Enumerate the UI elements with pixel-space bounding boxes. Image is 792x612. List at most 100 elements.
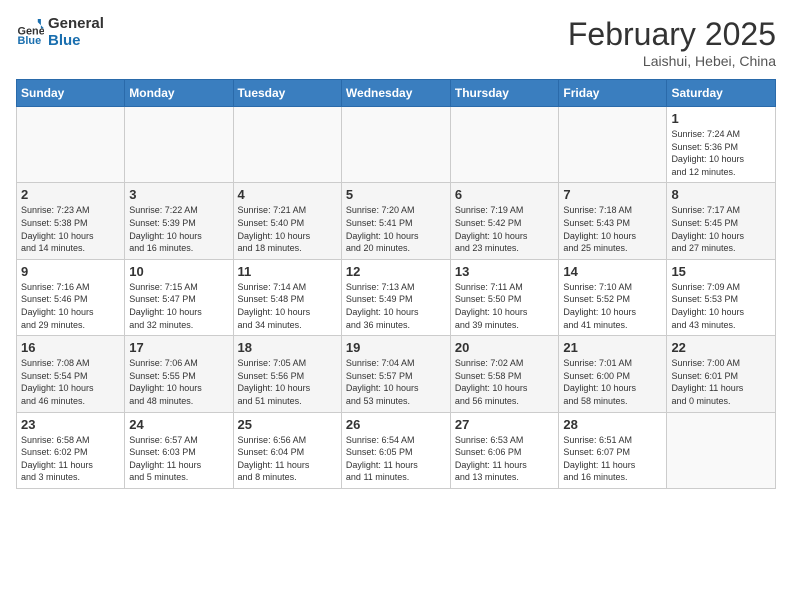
day-info: Sunrise: 7:06 AM Sunset: 5:55 PM Dayligh… [129,357,228,407]
day-info: Sunrise: 7:23 AM Sunset: 5:38 PM Dayligh… [21,204,120,254]
day-number: 3 [129,187,228,202]
day-info: Sunrise: 7:24 AM Sunset: 5:36 PM Dayligh… [671,128,771,178]
calendar-cell: 23 Sunrise: 6:58 AM Sunset: 6:02 PM Dayli… [17,412,125,488]
calendar-cell: 27 Sunrise: 6:53 AM Sunset: 6:06 PM Dayli… [450,412,559,488]
day-number: 10 [129,264,228,279]
weekday-header-friday: Friday [559,80,667,107]
day-number: 12 [346,264,446,279]
calendar-cell: 15 Sunrise: 7:09 AM Sunset: 5:53 PM Dayli… [667,259,776,335]
calendar-cell: 26 Sunrise: 6:54 AM Sunset: 6:05 PM Dayli… [341,412,450,488]
day-info: Sunrise: 6:53 AM Sunset: 6:06 PM Dayligh… [455,434,555,484]
calendar-week-row: 9Sunrise: 7:16 AM Sunset: 5:46 PM Daylig… [17,259,776,335]
logo-icon: General Blue [16,19,44,47]
calendar-cell: 24 Sunrise: 6:57 AM Sunset: 6:03 PM Dayli… [125,412,233,488]
weekday-header-saturday: Saturday [667,80,776,107]
day-info: Sunrise: 7:00 AM Sunset: 6:01 PM Dayligh… [671,357,771,407]
svg-text:Blue: Blue [18,34,42,46]
calendar-cell: 6 Sunrise: 7:19 AM Sunset: 5:42 PM Daylig… [450,183,559,259]
day-info: Sunrise: 7:08 AM Sunset: 5:54 PM Dayligh… [21,357,120,407]
day-number: 28 [563,417,662,432]
day-info: Sunrise: 7:18 AM Sunset: 5:43 PM Dayligh… [563,204,662,254]
day-info: Sunrise: 7:14 AM Sunset: 5:48 PM Dayligh… [238,281,337,331]
month-year: February 2025 [568,16,776,53]
day-number: 18 [238,340,337,355]
calendar-cell: 19 Sunrise: 7:04 AM Sunset: 5:57 PM Dayli… [341,336,450,412]
calendar-cell [341,107,450,183]
day-info: Sunrise: 7:02 AM Sunset: 5:58 PM Dayligh… [455,357,555,407]
day-number: 24 [129,417,228,432]
location: Laishui, Hebei, China [568,53,776,69]
calendar-cell: 18 Sunrise: 7:05 AM Sunset: 5:56 PM Dayli… [233,336,341,412]
calendar-cell: 4 Sunrise: 7:21 AM Sunset: 5:40 PM Daylig… [233,183,341,259]
weekday-header-wednesday: Wednesday [341,80,450,107]
day-number: 14 [563,264,662,279]
calendar-cell: 10Sunrise: 7:15 AM Sunset: 5:47 PM Dayli… [125,259,233,335]
day-number: 2 [21,187,120,202]
calendar-cell: 11 Sunrise: 7:14 AM Sunset: 5:48 PM Dayli… [233,259,341,335]
day-info: Sunrise: 7:17 AM Sunset: 5:45 PM Dayligh… [671,204,771,254]
day-number: 26 [346,417,446,432]
calendar-cell [667,412,776,488]
day-number: 11 [238,264,337,279]
day-info: Sunrise: 7:05 AM Sunset: 5:56 PM Dayligh… [238,357,337,407]
calendar-cell [559,107,667,183]
calendar-cell: 1 Sunrise: 7:24 AM Sunset: 5:36 PM Daylig… [667,107,776,183]
calendar-cell: 20 Sunrise: 7:02 AM Sunset: 5:58 PM Dayli… [450,336,559,412]
day-number: 9 [21,264,120,279]
calendar-cell: 25 Sunrise: 6:56 AM Sunset: 6:04 PM Dayli… [233,412,341,488]
calendar-cell: 14 Sunrise: 7:10 AM Sunset: 5:52 PM Dayli… [559,259,667,335]
logo: General Blue General Blue [16,16,104,49]
calendar-cell [125,107,233,183]
day-info: Sunrise: 7:09 AM Sunset: 5:53 PM Dayligh… [671,281,771,331]
logo-general: General [48,16,104,33]
calendar-week-row: 23 Sunrise: 6:58 AM Sunset: 6:02 PM Dayli… [17,412,776,488]
day-number: 20 [455,340,555,355]
day-info: Sunrise: 7:19 AM Sunset: 5:42 PM Dayligh… [455,204,555,254]
calendar-cell [450,107,559,183]
day-info: Sunrise: 7:04 AM Sunset: 5:57 PM Dayligh… [346,357,446,407]
calendar-cell: 2 Sunrise: 7:23 AM Sunset: 5:38 PM Daylig… [17,183,125,259]
day-number: 25 [238,417,337,432]
calendar-cell: 13Sunrise: 7:11 AM Sunset: 5:50 PM Dayli… [450,259,559,335]
day-info: Sunrise: 6:56 AM Sunset: 6:04 PM Dayligh… [238,434,337,484]
day-number: 4 [238,187,337,202]
calendar-cell: 16 Sunrise: 7:08 AM Sunset: 5:54 PM Dayli… [17,336,125,412]
day-info: Sunrise: 7:01 AM Sunset: 6:00 PM Dayligh… [563,357,662,407]
day-info: Sunrise: 6:54 AM Sunset: 6:05 PM Dayligh… [346,434,446,484]
day-number: 23 [21,417,120,432]
calendar-cell: 3Sunrise: 7:22 AM Sunset: 5:39 PM Daylig… [125,183,233,259]
calendar-week-row: 16 Sunrise: 7:08 AM Sunset: 5:54 PM Dayli… [17,336,776,412]
title-block: February 2025 Laishui, Hebei, China [568,16,776,69]
day-number: 15 [671,264,771,279]
day-number: 27 [455,417,555,432]
day-info: Sunrise: 6:58 AM Sunset: 6:02 PM Dayligh… [21,434,120,484]
day-number: 6 [455,187,555,202]
calendar-week-row: 2 Sunrise: 7:23 AM Sunset: 5:38 PM Daylig… [17,183,776,259]
day-info: Sunrise: 7:20 AM Sunset: 5:41 PM Dayligh… [346,204,446,254]
calendar-cell: 8 Sunrise: 7:17 AM Sunset: 5:45 PM Daylig… [667,183,776,259]
calendar-header-row: SundayMondayTuesdayWednesdayThursdayFrid… [17,80,776,107]
logo-blue: Blue [48,33,104,50]
day-number: 1 [671,111,771,126]
day-number: 19 [346,340,446,355]
weekday-header-tuesday: Tuesday [233,80,341,107]
day-info: Sunrise: 6:51 AM Sunset: 6:07 PM Dayligh… [563,434,662,484]
calendar-cell: 28 Sunrise: 6:51 AM Sunset: 6:07 PM Dayli… [559,412,667,488]
day-number: 5 [346,187,446,202]
calendar-cell: 5 Sunrise: 7:20 AM Sunset: 5:41 PM Daylig… [341,183,450,259]
calendar-cell: 12Sunrise: 7:13 AM Sunset: 5:49 PM Dayli… [341,259,450,335]
calendar-cell: 7Sunrise: 7:18 AM Sunset: 5:43 PM Daylig… [559,183,667,259]
day-number: 16 [21,340,120,355]
calendar-week-row: 1 Sunrise: 7:24 AM Sunset: 5:36 PM Daylig… [17,107,776,183]
calendar-table: SundayMondayTuesdayWednesdayThursdayFrid… [16,79,776,489]
calendar-cell: 21Sunrise: 7:01 AM Sunset: 6:00 PM Dayli… [559,336,667,412]
day-number: 17 [129,340,228,355]
calendar-cell: 9Sunrise: 7:16 AM Sunset: 5:46 PM Daylig… [17,259,125,335]
weekday-header-sunday: Sunday [17,80,125,107]
calendar-cell [17,107,125,183]
day-info: Sunrise: 7:21 AM Sunset: 5:40 PM Dayligh… [238,204,337,254]
day-info: Sunrise: 6:57 AM Sunset: 6:03 PM Dayligh… [129,434,228,484]
day-number: 8 [671,187,771,202]
day-info: Sunrise: 7:10 AM Sunset: 5:52 PM Dayligh… [563,281,662,331]
calendar-cell: 22Sunrise: 7:00 AM Sunset: 6:01 PM Dayli… [667,336,776,412]
